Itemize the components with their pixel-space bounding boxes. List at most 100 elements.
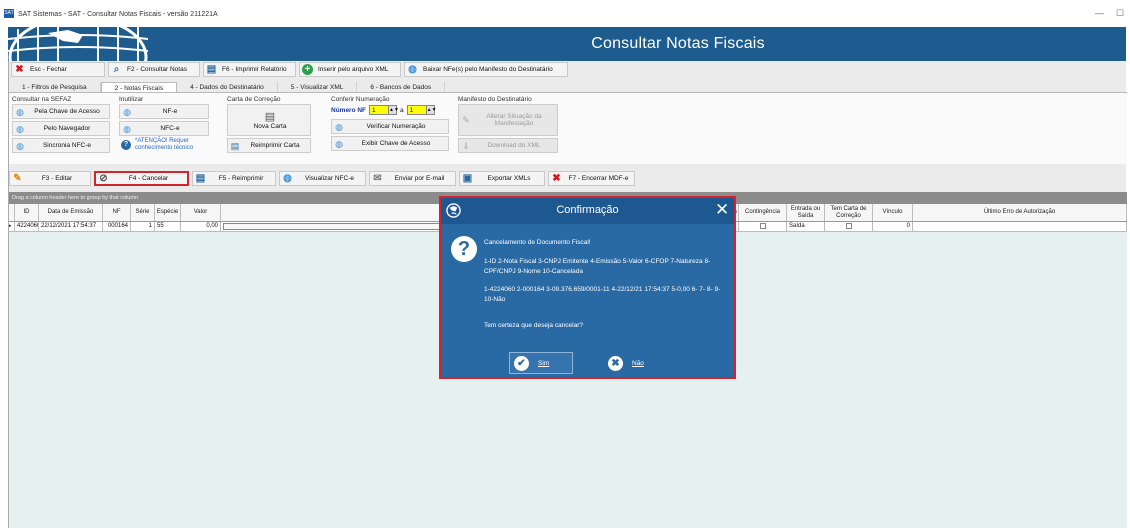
inutilizar-nfce-button[interactable]: ◍ NFC-e bbox=[119, 121, 209, 136]
numero-nf-to-field[interactable]: 1 bbox=[406, 105, 427, 115]
sefaz-navegador-label: Pelo Navegador bbox=[43, 125, 91, 132]
globe-icon: ◍ bbox=[283, 173, 292, 184]
globe-icon: ◍ bbox=[123, 123, 131, 134]
yes-button[interactable]: ✔ Sim bbox=[509, 352, 573, 374]
print-report-label: F6 - Imprimir Relatório bbox=[222, 66, 287, 73]
group-manifesto: Manifesto do Destinatário ✎ Alterar Situ… bbox=[458, 96, 558, 155]
dialog-close-icon[interactable]: ✕ bbox=[715, 200, 729, 220]
sefaz-sincronia-label: Sincronia NFC-e bbox=[42, 142, 92, 149]
document-icon: ▤ bbox=[264, 111, 276, 123]
close-icon: ✖ bbox=[608, 355, 623, 371]
column-header[interactable]: Série bbox=[131, 204, 155, 221]
cell-serie: 1 bbox=[131, 222, 155, 231]
insert-xml-button[interactable]: + Inserir pelo arquivo XML bbox=[299, 62, 401, 77]
dialog-titlebar: Confirmação ✕ bbox=[441, 198, 734, 224]
column-header[interactable]: Data de Emissão bbox=[39, 204, 103, 221]
nova-carta-button[interactable]: ▤ Nova Carta bbox=[227, 104, 311, 136]
reimprimir-carta-button[interactable]: ▤ Reimprimir Carta bbox=[227, 138, 311, 153]
sefaz-chave-button[interactable]: ◍ Pela Chave de Acesso bbox=[12, 104, 110, 119]
reprint-button[interactable]: ▤ F5 - Reimprimir bbox=[192, 171, 276, 186]
globe-icon: ◍ bbox=[16, 123, 24, 134]
exibir-chave-button[interactable]: ◍ Exibir Chave de Acesso bbox=[331, 136, 449, 151]
confirmation-dialog: Confirmação ✕ ? Cancelamento de Document… bbox=[439, 196, 736, 379]
save-icon: ▣ bbox=[462, 173, 473, 184]
numero-nf-from-spinner[interactable]: ▲▼ bbox=[389, 105, 399, 115]
sefaz-navegador-button[interactable]: ◍ Pelo Navegador bbox=[12, 121, 110, 136]
email-label: Enviar por E-mail bbox=[394, 175, 445, 182]
alterar-manifestacao-button[interactable]: ✎ Alterar Situação da Manifestação bbox=[458, 104, 558, 136]
consult-notes-button[interactable]: ⌕ F2 - Consultar Notas bbox=[108, 62, 200, 77]
export-label: Exportar XMLs bbox=[487, 175, 531, 182]
column-header[interactable]: Espécie bbox=[155, 204, 181, 221]
column-header[interactable]: Vínculo bbox=[873, 204, 913, 221]
cell-vinculo: 0 bbox=[873, 222, 913, 231]
close-mdfe-icon: ✖ bbox=[552, 173, 561, 184]
verificar-numeracao-button[interactable]: ◍ Verificar Numeração bbox=[331, 119, 449, 134]
warning-line2: conhecimento técnico bbox=[135, 144, 194, 151]
insert-xml-label: Inserir pelo arquivo XML bbox=[318, 66, 389, 73]
download-icon: ⇓ bbox=[462, 140, 470, 151]
no-button[interactable]: ✖ Não bbox=[604, 352, 664, 374]
column-header[interactable]: NF bbox=[103, 204, 131, 221]
question-icon: ? bbox=[451, 236, 477, 262]
close-mdfe-button[interactable]: ✖ F7 - Encerrar MDF-e bbox=[548, 171, 635, 186]
download-nfe-button[interactable]: ◍ Baixar NFe(s) pelo Manifesto do Destin… bbox=[404, 62, 568, 77]
action-bar: ✎ F3 - Editar ⊘ F4 - Cancelar ▤ F5 - Rei… bbox=[9, 171, 635, 186]
column-header[interactable]: Valor bbox=[181, 204, 221, 221]
edit-icon: ✎ bbox=[13, 173, 22, 184]
inutilizar-warning: ? *ATENÇÃO! Requer conhecimento técnico bbox=[119, 138, 209, 151]
column-header[interactable]: Último Erro de Autorização bbox=[913, 204, 1127, 221]
envelope-icon: ✉ bbox=[373, 173, 382, 184]
cell-contingencia bbox=[739, 222, 787, 231]
email-button[interactable]: ✉ Enviar por E-mail bbox=[369, 171, 456, 186]
download-globe-icon: ◍ bbox=[408, 64, 417, 75]
print-report-button[interactable]: ▤ F6 - Imprimir Relatório bbox=[203, 62, 296, 77]
contingencia-checkbox[interactable] bbox=[759, 223, 766, 229]
numero-nf-connector: a bbox=[400, 106, 404, 114]
cell-entrada-saida: Saída bbox=[787, 222, 825, 231]
column-header[interactable]: Contingência bbox=[739, 204, 787, 221]
column-header[interactable]: ID bbox=[15, 204, 39, 221]
export-button[interactable]: ▣ Exportar XMLs bbox=[459, 171, 545, 186]
cell-valor: 0,00 bbox=[181, 222, 221, 231]
cell-data: 22/12/2021 17:54:37 bbox=[39, 222, 103, 231]
group-carta: Carta de Correção ▤ Nova Carta ▤ Reimprim… bbox=[227, 96, 311, 155]
close-button[interactable]: ✖ Esc - Fechar bbox=[11, 62, 105, 77]
view-nfce-button[interactable]: ◍ Visualizar NFC-e bbox=[279, 171, 366, 186]
consult-notes-label: F2 - Consultar Notas bbox=[127, 66, 187, 73]
maximize-button[interactable]: ☐ bbox=[1116, 8, 1124, 19]
cell-ultimo-erro bbox=[913, 222, 1127, 231]
globe-icon: ◍ bbox=[16, 140, 24, 151]
carta-checkbox[interactable] bbox=[845, 223, 852, 229]
close-icon: ✖ bbox=[15, 64, 24, 75]
options-panel: Consultar na SEFAZ ◍ Pela Chave de Acesso… bbox=[9, 92, 1127, 164]
dialog-body: ? Cancelamento de Documento Fiscal! 1-ID… bbox=[441, 224, 734, 377]
sefaz-sincronia-button[interactable]: ◍ Sincronia NFC-e bbox=[12, 138, 110, 153]
printer-icon: ▤ bbox=[195, 173, 206, 184]
printer-icon: ▤ bbox=[206, 64, 217, 75]
minimize-button[interactable]: — bbox=[1095, 8, 1104, 18]
edit-button[interactable]: ✎ F3 - Editar bbox=[9, 171, 91, 186]
numero-nf-to-spinner[interactable]: ▲▼ bbox=[426, 105, 437, 115]
group-inutilizar-title: Inutilizar bbox=[119, 96, 144, 103]
inutilizar-nfe-button[interactable]: ◍ NF-e bbox=[119, 104, 209, 119]
download-nfe-label: Baixar NFe(s) pelo Manifesto do Destinat… bbox=[423, 66, 553, 73]
cancel-button[interactable]: ⊘ F4 - Cancelar bbox=[94, 171, 189, 186]
column-header[interactable]: Tem Carta de Correção bbox=[825, 204, 873, 221]
group-sefaz: Consultar na SEFAZ ◍ Pela Chave de Acesso… bbox=[12, 96, 110, 155]
column-header[interactable]: Entrada ou Saída bbox=[787, 204, 825, 221]
numero-nf-from-field[interactable]: 1 bbox=[369, 105, 390, 115]
cancel-label: F4 - Cancelar bbox=[128, 175, 169, 182]
group-manifesto-title: Manifesto do Destinatário bbox=[458, 96, 532, 103]
close-button-label: Esc - Fechar bbox=[30, 66, 67, 73]
download-xml-label: Download do XML bbox=[487, 142, 541, 149]
window-title: SAT Sistemas - SAT - Consultar Notas Fis… bbox=[18, 11, 218, 18]
globe-icon: ◍ bbox=[335, 138, 343, 149]
download-xml-button[interactable]: ⇓ Download do XML bbox=[458, 138, 558, 153]
add-icon: + bbox=[302, 64, 313, 75]
main-toolbar: ✖ Esc - Fechar ⌕ F2 - Consultar Notas ▤ … bbox=[11, 62, 568, 77]
cell-id: 4224060 bbox=[17, 222, 39, 231]
alterar-line2: Manifestação bbox=[494, 120, 534, 127]
dialog-message-values: 1-4224060 2-000164 3-09.376.659/0001-11 … bbox=[484, 286, 721, 303]
cell-carta bbox=[825, 222, 873, 231]
